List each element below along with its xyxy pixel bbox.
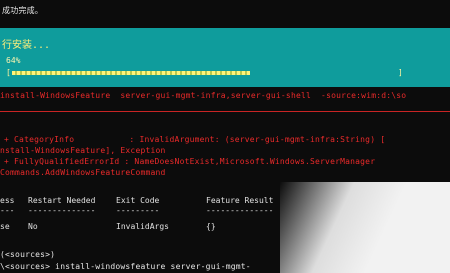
cell-feature-result: {}: [206, 222, 216, 231]
progress-bracket-left: [: [6, 68, 11, 77]
cell-restart: No: [28, 222, 38, 231]
prompt-line-1: (<sources>): [0, 250, 56, 259]
status-line-top: 成功完成。: [2, 6, 43, 15]
progress-title: 行安装...: [2, 40, 51, 51]
cell-exit-code: InvalidArgs: [116, 222, 169, 231]
col-header-feature-result: Feature Result: [206, 196, 274, 205]
powershell-console[interactable]: 成功完成。 行安装... 64% [ ] install-WindowsFeat…: [0, 0, 450, 273]
error-category-info: + CategoryInfo : InvalidArgument: (serve…: [4, 135, 386, 144]
screen-glare: [280, 182, 450, 273]
error-separator: [0, 111, 450, 112]
cell-success: se: [0, 222, 10, 231]
col-header-success: ess: [0, 196, 15, 205]
col-header-exit-code: Exit Code: [116, 196, 160, 205]
error-line-cont: nstall-WindowsFeature], Exception: [0, 146, 166, 155]
progress-bracket-right: ]: [398, 68, 403, 77]
install-progress-panel: 行安装... 64% [ ]: [0, 28, 450, 87]
col-header-restart: Restart Needed: [28, 196, 96, 205]
prompt-line-2[interactable]: \<sources> install-windowsfeature server…: [0, 262, 251, 272]
progress-bar: [ ]: [6, 68, 403, 78]
error-fqid: + FullyQualifiedErrorId : NameDoesNotExi…: [4, 157, 376, 166]
progress-fill: [12, 71, 250, 75]
progress-percent: 64%: [6, 56, 21, 65]
error-command: Commands.AddWindowsFeatureCommand: [0, 168, 166, 177]
error-command-line: install-WindowsFeature server-gui-mgmt-i…: [0, 91, 407, 100]
